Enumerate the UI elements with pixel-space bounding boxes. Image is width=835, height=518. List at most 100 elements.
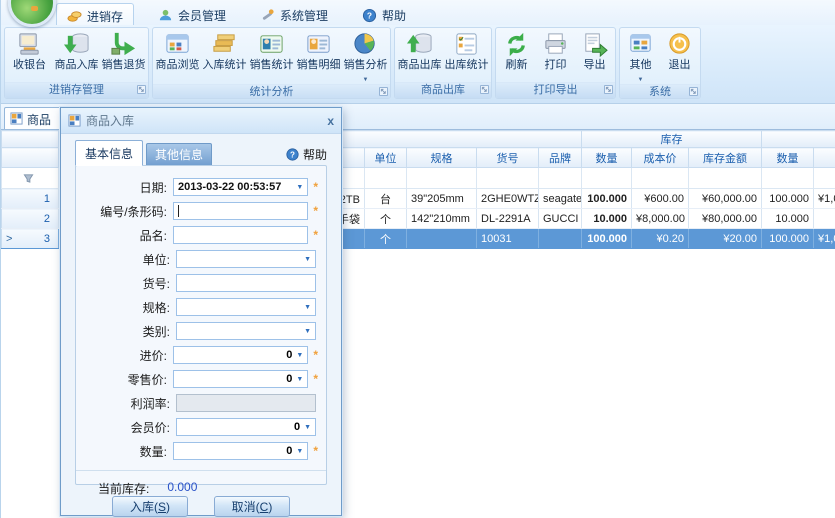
exit-button[interactable]: 退出 [660,28,699,72]
button-label: 销售明细 [297,59,341,72]
tab-inventory[interactable]: 进销存 [56,3,134,25]
other-button[interactable]: 其他 [621,28,660,84]
stock-in-button[interactable]: 入库(S) [112,496,188,517]
filter-cell[interactable] [365,168,407,189]
chevron-down-icon [638,72,644,84]
close-icon[interactable]: x [327,114,334,128]
tab-member-management[interactable]: 会员管理 [148,3,236,25]
field-label: 进价: [84,347,173,364]
filter-cell[interactable] [762,168,814,189]
cell-qty2: 10.000 [762,209,814,229]
item-no-input[interactable] [176,274,316,292]
column-header-spec[interactable]: 规格 [407,148,477,168]
purchase-price-input[interactable]: 0 [173,346,308,364]
group-launcher-button[interactable] [480,85,489,94]
button-label: 退出 [669,59,691,72]
tab-help[interactable]: ? 帮助 [352,3,416,25]
refresh-button[interactable]: 刷新 [497,28,536,72]
ribbon-group-caption: 统计分析 [250,86,294,98]
filter-cell[interactable] [632,168,689,189]
goods-out-button[interactable]: 商品出库 [396,28,443,72]
filter-cell[interactable] [539,168,582,189]
tab-basic-info[interactable]: 基本信息 [75,140,143,166]
refresh-icon [502,31,531,58]
member-price-input[interactable]: 0 [176,418,316,436]
cancel-button[interactable]: 取消(C) [214,496,290,517]
member-icon [158,8,173,23]
help-link[interactable]: ? 帮助 [286,146,327,163]
sales-return-button[interactable]: 销售退货 [100,28,147,72]
group-launcher-button[interactable] [604,85,613,94]
cashier-button[interactable]: 收银台 [6,28,53,72]
column-header-code[interactable]: 货号 [477,148,539,168]
cell-spec: 142"210mm [407,209,477,229]
cell-brand: seagate [539,189,582,209]
group-launcher-button[interactable] [137,85,146,94]
cell-spec [407,229,477,249]
current-stock-label: 当前库存: [98,480,149,497]
filter-cell[interactable] [477,168,539,189]
goods-in-icon [62,31,91,58]
retail-price-input[interactable]: 0 [173,370,308,388]
column-header-cost[interactable]: 成本价 [632,148,689,168]
field-label: 日期: [84,179,173,196]
help-icon: ? [362,8,377,23]
group-launcher-button[interactable] [379,87,388,96]
spec-select[interactable] [176,298,316,316]
coins-icon [67,9,82,24]
category-select[interactable] [176,322,316,340]
filter-cell[interactable] [689,168,762,189]
quantity-input[interactable]: 0 [173,442,308,460]
cell-qty: 10.000 [582,209,632,229]
column-header-qty[interactable]: 数量 [582,148,632,168]
column-header-brand[interactable]: 品牌 [539,148,582,168]
sales-stats-button[interactable]: 销售统计 [248,28,295,72]
cell-cost: ¥8,000.00 [632,209,689,229]
group-launcher-button[interactable] [689,87,698,96]
product-name-input[interactable] [173,226,308,244]
ribbon-group-caption: 进销存管理 [49,84,104,96]
cell-partial: ¥1,0 [814,189,835,209]
current-stock-row: 当前库存: 0.000 [76,470,326,497]
sales-detail-button[interactable]: 销售明细 [295,28,342,72]
button-label: 导出 [584,59,606,72]
chevron-down-icon [363,72,369,84]
sales-analysis-button[interactable]: 销售分析 [342,28,389,84]
required-star: * [313,444,318,458]
field-label: 零售价: [84,371,173,388]
field-label: 单位: [84,251,176,268]
column-header-qty2[interactable]: 数量 [762,148,814,168]
current-row-marker: > [6,233,12,245]
date-input[interactable]: 2013-03-22 00:53:57 [173,178,308,196]
filter-cell[interactable] [814,168,835,189]
unit-select[interactable] [176,250,316,268]
barcode-input[interactable] [173,202,308,220]
column-header-unit[interactable]: 单位 [365,148,407,168]
goods-in-button[interactable]: 商品入库 [53,28,100,72]
tab-system-management[interactable]: 系统管理 [250,3,338,25]
sales-return-icon [109,31,138,58]
button-label: 销售分析 [344,59,388,72]
filter-cell[interactable] [407,168,477,189]
cell-brand [539,229,582,249]
export-button[interactable]: 导出 [575,28,614,72]
tab-label: 帮助 [382,7,406,24]
cell-cost: ¥600.00 [632,189,689,209]
field-label: 规格: [84,299,176,316]
tab-other-info[interactable]: 其他信息 [146,143,212,166]
app-menu-button[interactable] [8,0,56,27]
print-icon [541,31,570,58]
ribbon-group-print-export: 刷新 打印 导出 打印导出 [495,27,616,99]
print-button[interactable]: 打印 [536,28,575,72]
required-star: * [313,204,318,218]
column-header-partial[interactable] [814,148,835,168]
goods-browse-button[interactable]: 商品浏览 [154,28,201,72]
dialog-title: 商品入库 [86,112,134,129]
export-icon [580,31,609,58]
column-header-amount[interactable]: 库存金额 [689,148,762,168]
cell-amount: ¥20.00 [689,229,762,249]
inbound-stats-button[interactable]: 入库统计 [201,28,248,72]
dialog-goods-stock-in: 商品入库 x 基本信息 其他信息 ? 帮助 日期: 2013-03-22 00:… [60,107,342,516]
outbound-stats-button[interactable]: 出库统计 [443,28,490,72]
filter-cell[interactable] [582,168,632,189]
